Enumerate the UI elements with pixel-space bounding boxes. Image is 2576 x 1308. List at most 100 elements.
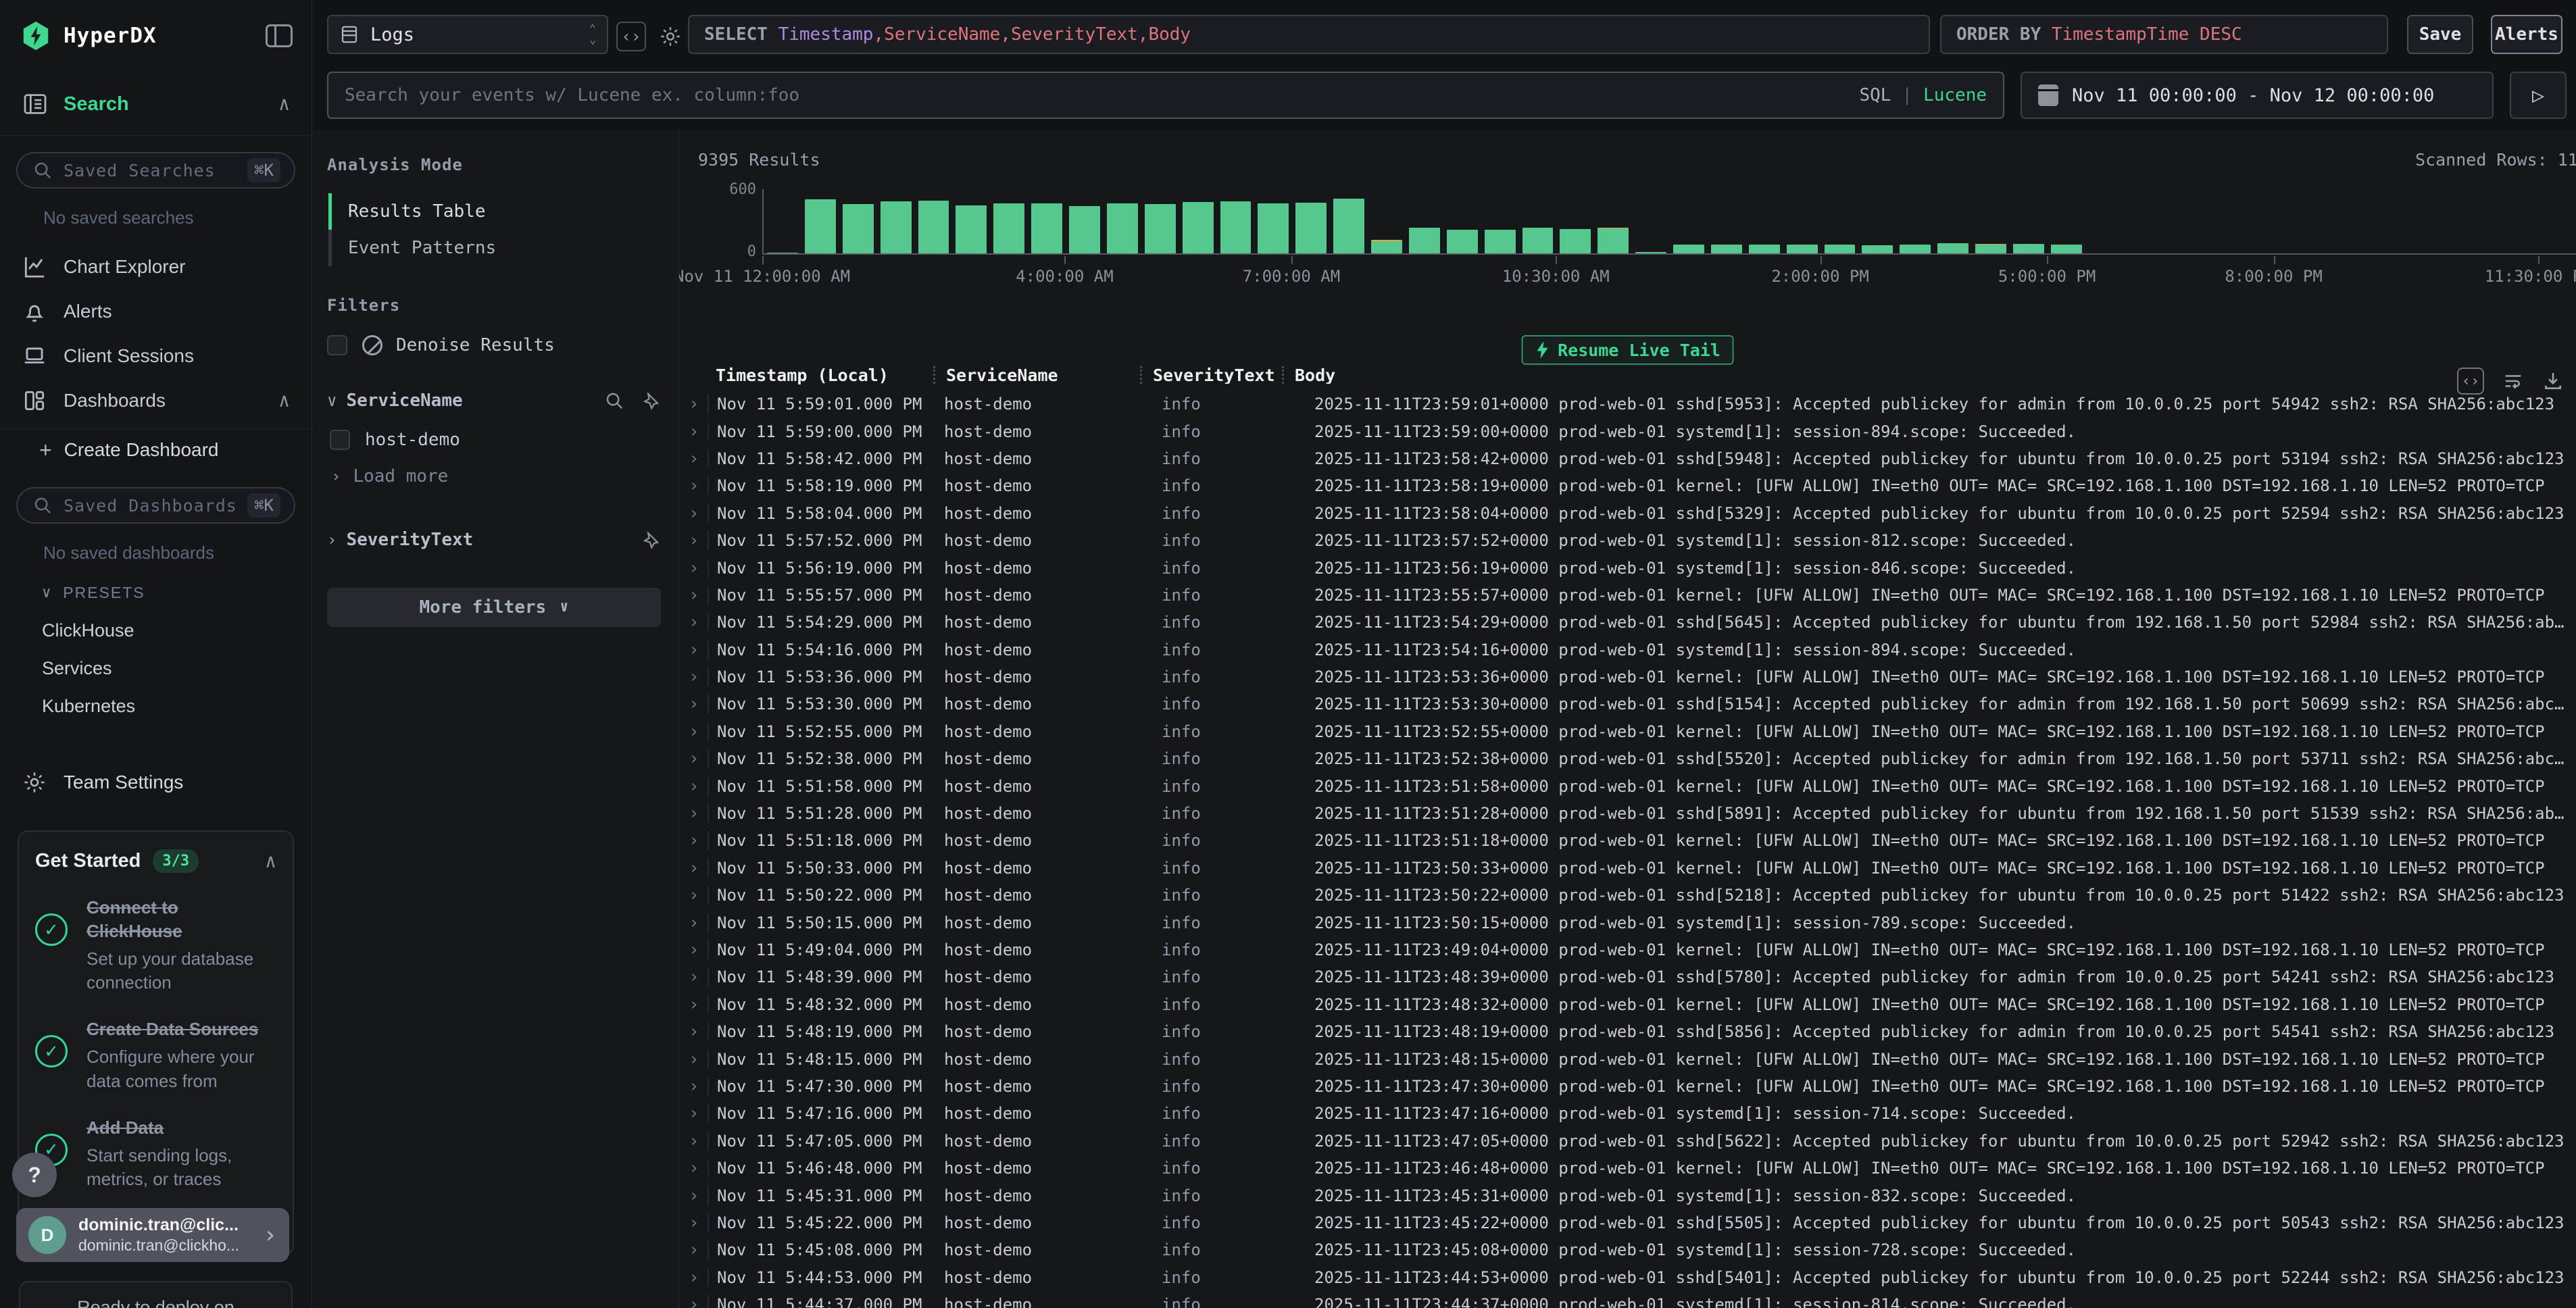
- expand-row-icon[interactable]: ›: [679, 776, 708, 797]
- expand-row-icon[interactable]: ›: [679, 803, 708, 824]
- presets-toggle[interactable]: ∨ PRESETS: [42, 584, 312, 602]
- expand-row-icon[interactable]: ›: [679, 1267, 708, 1288]
- orderby-input[interactable]: ORDER BY TimestampTime DESC: [1940, 15, 2388, 54]
- column-header-body[interactable]: Body: [1282, 366, 2576, 384]
- expand-row-icon[interactable]: ›: [679, 885, 708, 905]
- filter-group-servicename[interactable]: ∨ ServiceName: [327, 391, 661, 411]
- log-row[interactable]: ›Nov 11 5:50:15.000 PMhost-demoinfo2025-…: [679, 909, 2576, 936]
- log-row[interactable]: ›Nov 11 5:52:38.000 PMhost-demoinfo2025-…: [679, 745, 2576, 772]
- preset-kubernetes[interactable]: Kubernetes: [0, 687, 312, 725]
- expand-row-icon[interactable]: ›: [679, 1022, 708, 1042]
- expand-row-icon[interactable]: ›: [679, 558, 708, 578]
- select-columns-input[interactable]: SELECT Timestamp,ServiceName,SeverityTex…: [688, 15, 1930, 54]
- log-row[interactable]: ›Nov 11 5:59:00.000 PMhost-demoinfo2025-…: [679, 418, 2576, 445]
- pin-icon[interactable]: [641, 391, 661, 411]
- log-row[interactable]: ›Nov 11 5:45:31.000 PMhost-demoinfo2025-…: [679, 1182, 2576, 1209]
- chevron-up-icon[interactable]: ∧: [278, 391, 290, 410]
- language-toggle[interactable]: SQL | Lucene: [1859, 85, 1987, 105]
- expand-row-icon[interactable]: ›: [679, 476, 708, 496]
- log-row[interactable]: ›Nov 11 5:55:57.000 PMhost-demoinfo2025-…: [679, 582, 2576, 609]
- log-row[interactable]: ›Nov 11 5:50:33.000 PMhost-demoinfo2025-…: [679, 855, 2576, 882]
- expand-row-icon[interactable]: ›: [679, 1131, 708, 1151]
- expand-row-icon[interactable]: ›: [679, 667, 708, 687]
- column-header-servicename[interactable]: ServiceName: [933, 366, 1151, 384]
- checkbox-icon[interactable]: [327, 335, 347, 355]
- log-row[interactable]: ›Nov 11 5:51:58.000 PMhost-demoinfo2025-…: [679, 772, 2576, 799]
- expand-row-icon[interactable]: ›: [679, 394, 708, 414]
- log-row[interactable]: ›Nov 11 5:44:53.000 PMhost-demoinfo2025-…: [679, 1264, 2576, 1291]
- expand-row-icon[interactable]: ›: [679, 449, 708, 469]
- expand-row-icon[interactable]: ›: [679, 1294, 708, 1308]
- denoise-results-checkbox[interactable]: Denoise Results: [327, 335, 661, 355]
- expand-row-icon[interactable]: ›: [679, 913, 708, 933]
- chevron-up-icon[interactable]: ∧: [265, 852, 276, 871]
- expand-row-icon[interactable]: ›: [679, 830, 708, 851]
- expand-row-icon[interactable]: ›: [679, 1240, 708, 1260]
- log-row[interactable]: ›Nov 11 5:47:16.000 PMhost-demoinfo2025-…: [679, 1100, 2576, 1127]
- expand-row-icon[interactable]: ›: [679, 1049, 708, 1070]
- get-started-item[interactable]: ✓ Create Data Sources Configure where yo…: [35, 1017, 276, 1092]
- log-row[interactable]: ›Nov 11 5:44:37.000 PMhost-demoinfo2025-…: [679, 1291, 2576, 1308]
- log-row[interactable]: ›Nov 11 5:58:42.000 PMhost-demoinfo2025-…: [679, 445, 2576, 472]
- column-header-severitytext[interactable]: SeverityText: [1140, 366, 1293, 384]
- preset-services[interactable]: Services: [0, 649, 312, 687]
- log-row[interactable]: ›Nov 11 5:48:39.000 PMhost-demoinfo2025-…: [679, 963, 2576, 990]
- log-row[interactable]: ›Nov 11 5:53:30.000 PMhost-demoinfo2025-…: [679, 690, 2576, 718]
- source-settings-gear-icon[interactable]: [655, 22, 685, 51]
- log-row[interactable]: ›Nov 11 5:53:36.000 PMhost-demoinfo2025-…: [679, 663, 2576, 690]
- log-row[interactable]: ›Nov 11 5:51:28.000 PMhost-demoinfo2025-…: [679, 800, 2576, 827]
- expand-row-icon[interactable]: ›: [679, 749, 708, 769]
- checkbox-icon[interactable]: [330, 430, 350, 450]
- sidebar-item-search[interactable]: Search ∧: [0, 91, 312, 118]
- log-row[interactable]: ›Nov 11 5:47:30.000 PMhost-demoinfo2025-…: [679, 1073, 2576, 1100]
- expand-row-icon[interactable]: ›: [679, 640, 708, 660]
- log-row[interactable]: ›Nov 11 5:45:08.000 PMhost-demoinfo2025-…: [679, 1236, 2576, 1263]
- mode-results-table[interactable]: Results Table: [332, 193, 661, 230]
- help-button[interactable]: ?: [12, 1153, 57, 1197]
- sidebar-item-client-sessions[interactable]: Client Sessions: [0, 334, 312, 378]
- sql-toggle[interactable]: SQL: [1859, 85, 1891, 105]
- filter-group-severitytext[interactable]: › SeverityText: [327, 530, 661, 550]
- lucene-toggle[interactable]: Lucene: [1923, 85, 1987, 105]
- expand-row-icon[interactable]: ›: [679, 612, 708, 632]
- expand-row-icon[interactable]: ›: [679, 1186, 708, 1206]
- mode-event-patterns[interactable]: Event Patterns: [332, 230, 661, 266]
- expand-row-icon[interactable]: ›: [679, 940, 708, 960]
- log-row[interactable]: ›Nov 11 5:48:19.000 PMhost-demoinfo2025-…: [679, 1018, 2576, 1045]
- expand-row-icon[interactable]: ›: [679, 530, 708, 551]
- sidebar-item-dashboards[interactable]: Dashboards ∧: [0, 378, 312, 423]
- log-row[interactable]: ›Nov 11 5:54:29.000 PMhost-demoinfo2025-…: [679, 609, 2576, 636]
- resume-live-tail-button[interactable]: Resume Live Tail: [1521, 335, 1734, 365]
- expand-row-icon[interactable]: ›: [679, 422, 708, 442]
- expand-row-icon[interactable]: ›: [679, 503, 708, 524]
- chevron-up-icon[interactable]: ∧: [278, 95, 290, 114]
- get-started-item[interactable]: ✓ Add Data Start sending logs, metrics, …: [35, 1116, 276, 1191]
- expand-row-icon[interactable]: ›: [679, 694, 708, 714]
- expand-row-icon[interactable]: ›: [679, 858, 708, 878]
- facet-host-demo[interactable]: host-demo: [330, 430, 661, 450]
- events-histogram[interactable]: [762, 189, 2576, 255]
- log-row[interactable]: ›Nov 11 5:48:32.000 PMhost-demoinfo2025-…: [679, 991, 2576, 1018]
- collapse-sidebar-icon[interactable]: [266, 24, 293, 47]
- expand-row-icon[interactable]: ›: [679, 585, 708, 605]
- run-query-button[interactable]: ▷: [2510, 72, 2567, 119]
- date-range-picker[interactable]: Nov 11 00:00:00 - Nov 12 00:00:00: [2021, 72, 2494, 119]
- column-header-timestamp[interactable]: Timestamp (Local): [708, 366, 944, 385]
- expand-row-icon[interactable]: ›: [679, 722, 708, 742]
- log-row[interactable]: ›Nov 11 5:50:22.000 PMhost-demoinfo2025-…: [679, 882, 2576, 909]
- load-more-button[interactable]: › Load more: [331, 466, 661, 486]
- log-row[interactable]: ›Nov 11 5:51:18.000 PMhost-demoinfo2025-…: [679, 827, 2576, 854]
- user-menu[interactable]: D dominic.tran@clic... dominic.tran@clic…: [16, 1208, 289, 1262]
- expand-row-icon[interactable]: ›: [679, 1103, 708, 1124]
- saved-searches-input[interactable]: Saved Searches ⌘K: [16, 152, 295, 188]
- search-input[interactable]: Search your events w/ Lucene ex. column:…: [327, 72, 2004, 119]
- log-row[interactable]: ›Nov 11 5:47:05.000 PMhost-demoinfo2025-…: [679, 1128, 2576, 1155]
- log-row[interactable]: ›Nov 11 5:57:52.000 PMhost-demoinfo2025-…: [679, 527, 2576, 554]
- sidebar-item-alerts[interactable]: Alerts: [0, 289, 312, 334]
- expand-row-icon[interactable]: ›: [679, 967, 708, 987]
- log-row[interactable]: ›Nov 11 5:58:04.000 PMhost-demoinfo2025-…: [679, 500, 2576, 527]
- sidebar-item-team-settings[interactable]: Team Settings: [0, 770, 312, 795]
- pin-icon[interactable]: [641, 530, 661, 550]
- alerts-button[interactable]: Alerts: [2491, 15, 2562, 54]
- search-icon[interactable]: [604, 391, 624, 411]
